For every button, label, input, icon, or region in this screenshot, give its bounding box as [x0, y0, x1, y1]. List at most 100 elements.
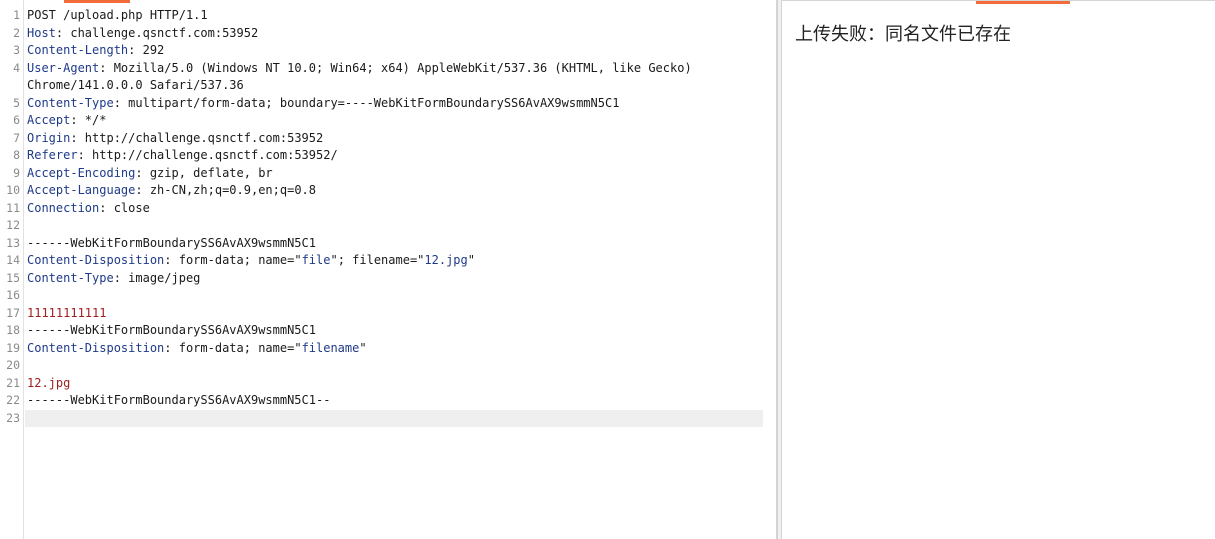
line-number: 19: [6, 340, 20, 355]
line-number: 1: [13, 8, 20, 22]
editor-line[interactable]: 7 Origin: http://challenge.qsnctf.com:539…: [0, 130, 777, 148]
text-segment: : */*: [70, 113, 107, 127]
line-number: 12: [6, 218, 20, 232]
editor-line[interactable]: 1 POST /upload.php HTTP/1.1: [0, 7, 777, 25]
line-number: 15: [6, 270, 20, 285]
text-segment: ------WebKitFormBoundarySS6AvAX9wsmmN5C1: [27, 235, 316, 250]
line-content: User-Agent: Mozilla/5.0 (Windows NT 10.0…: [27, 60, 692, 78]
line-content: Content-Length: 292: [27, 42, 164, 60]
line-content: 11111111111: [27, 305, 106, 323]
line-number: 4: [13, 60, 20, 75]
text-segment: 11111111111: [27, 305, 107, 320]
line-number: 17: [6, 305, 20, 320]
line-content: Content-Type: image/jpeg: [27, 270, 200, 288]
line-content: Accept-Encoding: gzip, deflate, br: [27, 165, 273, 183]
line-content: Chrome/141.0.0.0 Safari/537.36: [27, 77, 244, 95]
header-name: Host: [27, 25, 56, 40]
line-content: ------WebKitFormBoundarySS6AvAX9wsmmN5C1: [27, 235, 316, 253]
text-segment: "; filename=": [330, 253, 425, 267]
editor-line[interactable]: 21 12.jpg: [0, 375, 777, 393]
current-line-highlight: [25, 409, 763, 427]
header-name: Content-Length: [27, 43, 129, 57]
param-value: filename: [301, 340, 360, 355]
header-name: Referer: [27, 148, 78, 162]
text-segment: ------WebKitFormBoundarySS6AvAX9wsmmN5C1: [27, 323, 316, 337]
editor-line[interactable]: 3 Content-Length: 292: [0, 42, 777, 60]
request-editor-pane[interactable]: 1 POST /upload.php HTTP/1.1 2 Host: challen…: [0, 0, 777, 539]
line-number: 10: [6, 183, 20, 197]
line-content: Origin: http://challenge.qsnctf.com:5395…: [27, 130, 323, 148]
editor-line[interactable]: 16: [0, 287, 777, 305]
line-content: ------WebKitFormBoundarySS6AvAX9wsmmN5C1: [27, 322, 316, 340]
line-number: 13: [6, 235, 20, 250]
header-name: Accept-Language: [27, 183, 136, 197]
editor-line[interactable]: 23: [0, 409, 777, 427]
header-name: Accept-Encoding: [27, 165, 136, 180]
line-number: 16: [6, 288, 20, 302]
response-message: 上传失败：同名文件已存在: [795, 24, 1011, 45]
editor-line[interactable]: 14 Content-Disposition: form-data; name="…: [0, 252, 777, 270]
editor-line[interactable]: 12: [0, 217, 777, 235]
line-number: 23: [6, 410, 20, 425]
editor-line[interactable]: 4 User-Agent: Mozilla/5.0 (Windows NT 10.…: [0, 60, 777, 78]
line-content: 12.jpg: [27, 375, 70, 393]
line-number: 5: [13, 95, 20, 110]
editor-line[interactable]: 13 ------WebKitFormBoundarySS6AvAX9wsmmN5…: [0, 235, 777, 253]
line-number: 3: [13, 43, 20, 57]
line-content: Connection: close: [27, 200, 150, 218]
line-number: 18: [6, 323, 20, 337]
editor-line[interactable]: Chrome/141.0.0.0 Safari/537.36: [0, 77, 777, 95]
line-number: 8: [13, 148, 20, 162]
header-name: Content-Disposition: [27, 340, 165, 355]
text-segment: : Mozilla/5.0 (Windows NT 10.0; Win64; x…: [99, 60, 692, 75]
line-content: Accept-Language: zh-CN,zh;q=0.9,en;q=0.8: [27, 182, 316, 200]
text-segment: : gzip, deflate, br: [135, 165, 273, 180]
text-segment: ": [359, 340, 367, 355]
editor-line[interactable]: 11 Connection: close: [0, 200, 777, 218]
line-number: 6: [13, 113, 20, 127]
line-content: Content-Disposition: form-data; name="fi…: [27, 340, 367, 358]
request-editor-lines[interactable]: 1 POST /upload.php HTTP/1.1 2 Host: challen…: [0, 7, 777, 427]
response-tab-indicator: [976, 1, 1070, 4]
line-number: 14: [6, 253, 20, 267]
line-content: Host: challenge.qsnctf.com:53952: [27, 25, 258, 43]
line-content: Accept: */*: [27, 112, 106, 130]
line-number: 9: [13, 165, 20, 180]
editor-line[interactable]: 15 Content-Type: image/jpeg: [0, 270, 777, 288]
editor-line[interactable]: 10 Accept-Language: zh-CN,zh;q=0.9,en;q=0…: [0, 182, 777, 200]
text-segment: Chrome/141.0.0.0 Safari/537.36: [27, 78, 244, 92]
editor-line[interactable]: 6 Accept: */*: [0, 112, 777, 130]
editor-line[interactable]: 5 Content-Type: multipart/form-data; boun…: [0, 95, 777, 113]
editor-line[interactable]: 8 Referer: http://challenge.qsnctf.com:53…: [0, 147, 777, 165]
text-segment: : form-data; name=": [164, 253, 302, 267]
header-name: Connection: [27, 200, 100, 215]
line-number: 20: [6, 358, 20, 372]
editor-line[interactable]: 19 Content-Disposition: form-data; name="…: [0, 340, 777, 358]
text-segment: POST /upload.php HTTP/1.1: [27, 8, 208, 22]
line-number: 22: [6, 393, 20, 407]
editor-line[interactable]: 2 Host: challenge.qsnctf.com:53952: [0, 25, 777, 43]
param-value: 12.jpg: [424, 253, 468, 267]
editor-line[interactable]: 20: [0, 357, 777, 375]
text-segment: : multipart/form-data; boundary=----WebK…: [113, 95, 620, 110]
line-content: Referer: http://challenge.qsnctf.com:539…: [27, 147, 338, 165]
text-segment: : http://challenge.qsnctf.com:53952/: [77, 148, 338, 162]
line-number: 21: [6, 375, 20, 390]
text-segment: : image/jpeg: [113, 270, 201, 285]
editor-line[interactable]: 9 Accept-Encoding: gzip, deflate, br: [0, 165, 777, 183]
line-number: 7: [13, 130, 20, 145]
request-tab-indicator: [64, 0, 130, 3]
header-name: Content-Disposition: [27, 253, 165, 267]
editor-line[interactable]: 17 11111111111: [0, 305, 777, 323]
editor-line[interactable]: 18 ------WebKitFormBoundarySS6AvAX9wsmmN5…: [0, 322, 777, 340]
editor-line[interactable]: 22 ------WebKitFormBoundarySS6AvAX9wsmmN5…: [0, 392, 777, 410]
header-name: Origin: [27, 130, 71, 145]
text-segment: ": [467, 253, 475, 267]
line-number: 11: [6, 200, 20, 215]
text-segment: : close: [99, 200, 150, 215]
param-value: file: [301, 253, 331, 267]
response-render-pane: 上传失败：同名文件已存在: [782, 0, 1215, 539]
line-content: Content-Disposition: form-data; name="fi…: [27, 252, 475, 270]
line-number: 2: [13, 25, 20, 40]
text-segment: : zh-CN,zh;q=0.9,en;q=0.8: [135, 183, 316, 197]
